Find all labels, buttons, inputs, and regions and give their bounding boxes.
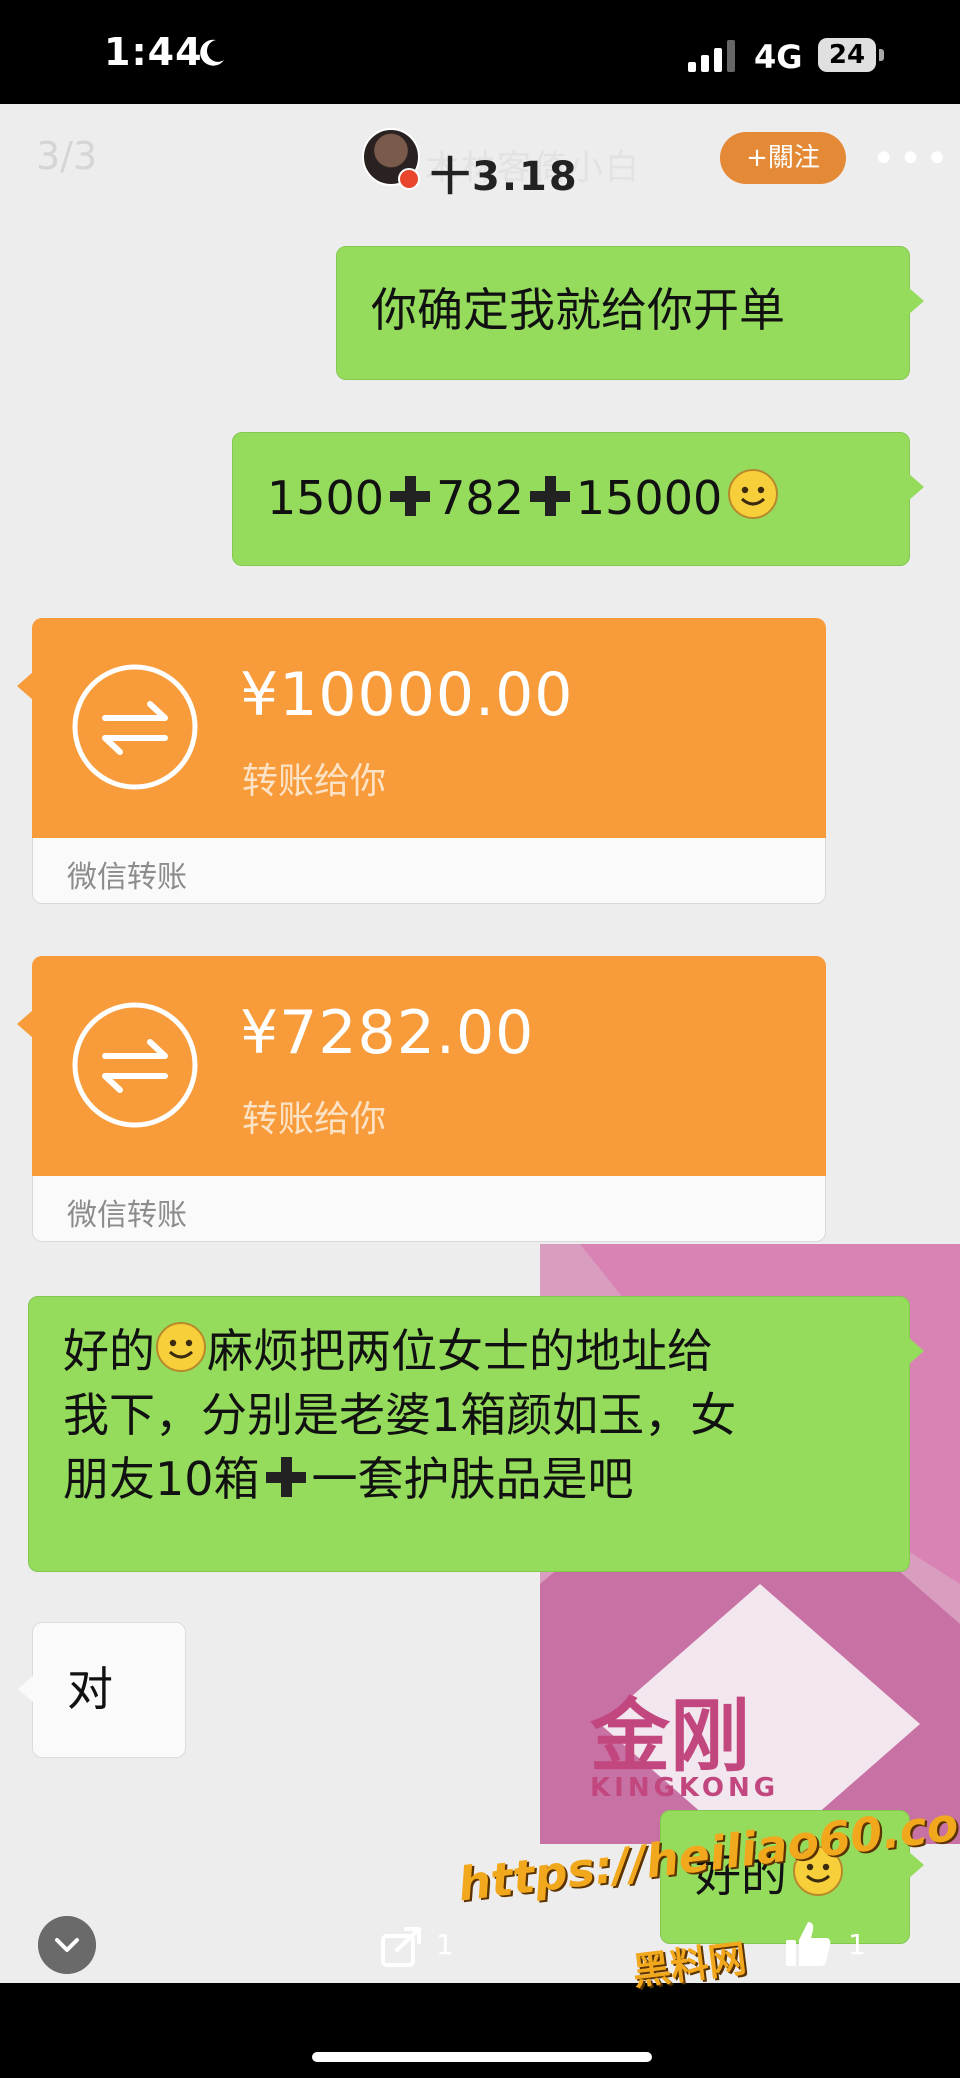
transfer-arrows-icon (72, 1002, 198, 1128)
verified-badge-icon (398, 168, 420, 190)
message-number-1: 1500 (267, 471, 385, 525)
network-type: 4G (754, 38, 803, 76)
transfer-footer: 微信转账 (32, 838, 826, 904)
wechat-transfer-card-1[interactable]: ¥10000.00 转账给你 微信转账 (17, 618, 826, 904)
wechat-transfer-card-2[interactable]: ¥7282.00 转账给你 微信转账 (17, 956, 826, 1242)
message-bubble-3: 好的 麻烦把两位女士的地址给 我下，分别是老婆1箱颜如玉，女 朋友10箱 一套护肤品… (28, 1296, 924, 1572)
message-line-1: 好的 麻烦把两位女士的地址给 (63, 1319, 909, 1383)
signal-icon (688, 40, 735, 72)
follow-button[interactable]: +關注 (720, 132, 846, 184)
moon-icon (200, 39, 224, 66)
post-viewer: 金刚 KINGKONG 3/3 木林客倚小白 十3.18 +關注 ••• 你确定… (0, 104, 960, 1983)
transfer-header: ¥10000.00 转账给你 (17, 618, 826, 838)
chevron-down-icon[interactable] (38, 1916, 96, 1974)
share-count: 1 (436, 1928, 454, 1961)
message-text: 你确定我就给你开单 (371, 283, 785, 337)
thumbs-up-icon[interactable] (784, 1918, 832, 1968)
transfer-amount: ¥7282.00 (240, 998, 535, 1068)
transfer-amount: ¥10000.00 (240, 660, 574, 730)
message-text: 朋友10箱 (63, 1452, 260, 1506)
message-text: 麻烦把两位女士的地址给 (207, 1324, 713, 1378)
like-count: 1 (848, 1928, 866, 1961)
message-bubble-4: 对 (18, 1622, 186, 1758)
battery-cap (879, 49, 884, 61)
home-indicator[interactable] (312, 2052, 652, 2062)
bubble-tail (908, 1337, 924, 1365)
transfer-subtitle: 转账给你 (242, 761, 387, 802)
bottom-bar (0, 1983, 960, 2078)
message-line-3: 朋友10箱 一套护肤品是吧 (63, 1447, 909, 1511)
bubble-tail (17, 672, 33, 700)
brand-en: KINGKONG (590, 1773, 779, 1803)
smile-emoji-icon (156, 1322, 206, 1372)
brand-cn: 金刚 (589, 1690, 750, 1783)
bubble-tail (17, 1010, 33, 1038)
message-number-3: 15000 (575, 471, 723, 525)
message-bubble-1: 你确定我就给你开单 (336, 246, 924, 380)
more-options-icon[interactable]: ••• (872, 136, 952, 182)
plus-icon (265, 1457, 306, 1497)
transfer-label: 微信转账 (67, 860, 187, 895)
page-counter: 3/3 (36, 134, 98, 178)
bubble-tail (908, 473, 924, 501)
plus-icon (390, 476, 431, 516)
message-text: 对 (67, 1662, 113, 1716)
message-number-2: 782 (436, 471, 524, 525)
share-icon[interactable] (380, 1924, 424, 1968)
message-line-2: 我下，分别是老婆1箱颜如玉，女 (63, 1388, 737, 1442)
overlay-text: 十3.18 (430, 154, 579, 200)
status-bar: 1:44 4G 24 (0, 0, 960, 104)
bubble-tail (908, 287, 924, 315)
transfer-footer: 微信转账 (32, 1176, 826, 1242)
top-nav: 3/3 木林客倚小白 十3.18 +關注 ••• (0, 104, 960, 214)
status-time: 1:44 (104, 30, 203, 74)
transfer-label: 微信转账 (67, 1198, 187, 1233)
message-text: 好的 (63, 1324, 155, 1378)
message-bubble-2: 1500 782 15000 (232, 432, 924, 566)
transfer-header: ¥7282.00 转账给你 (17, 956, 826, 1176)
smile-emoji-icon (728, 469, 779, 519)
transfer-arrows-icon (72, 664, 198, 790)
battery-icon: 24 (818, 38, 876, 72)
plus-icon (529, 476, 570, 516)
message-text: 一套护肤品是吧 (311, 1452, 634, 1506)
transfer-subtitle: 转账给你 (242, 1099, 387, 1140)
bubble-tail (18, 1675, 34, 1703)
